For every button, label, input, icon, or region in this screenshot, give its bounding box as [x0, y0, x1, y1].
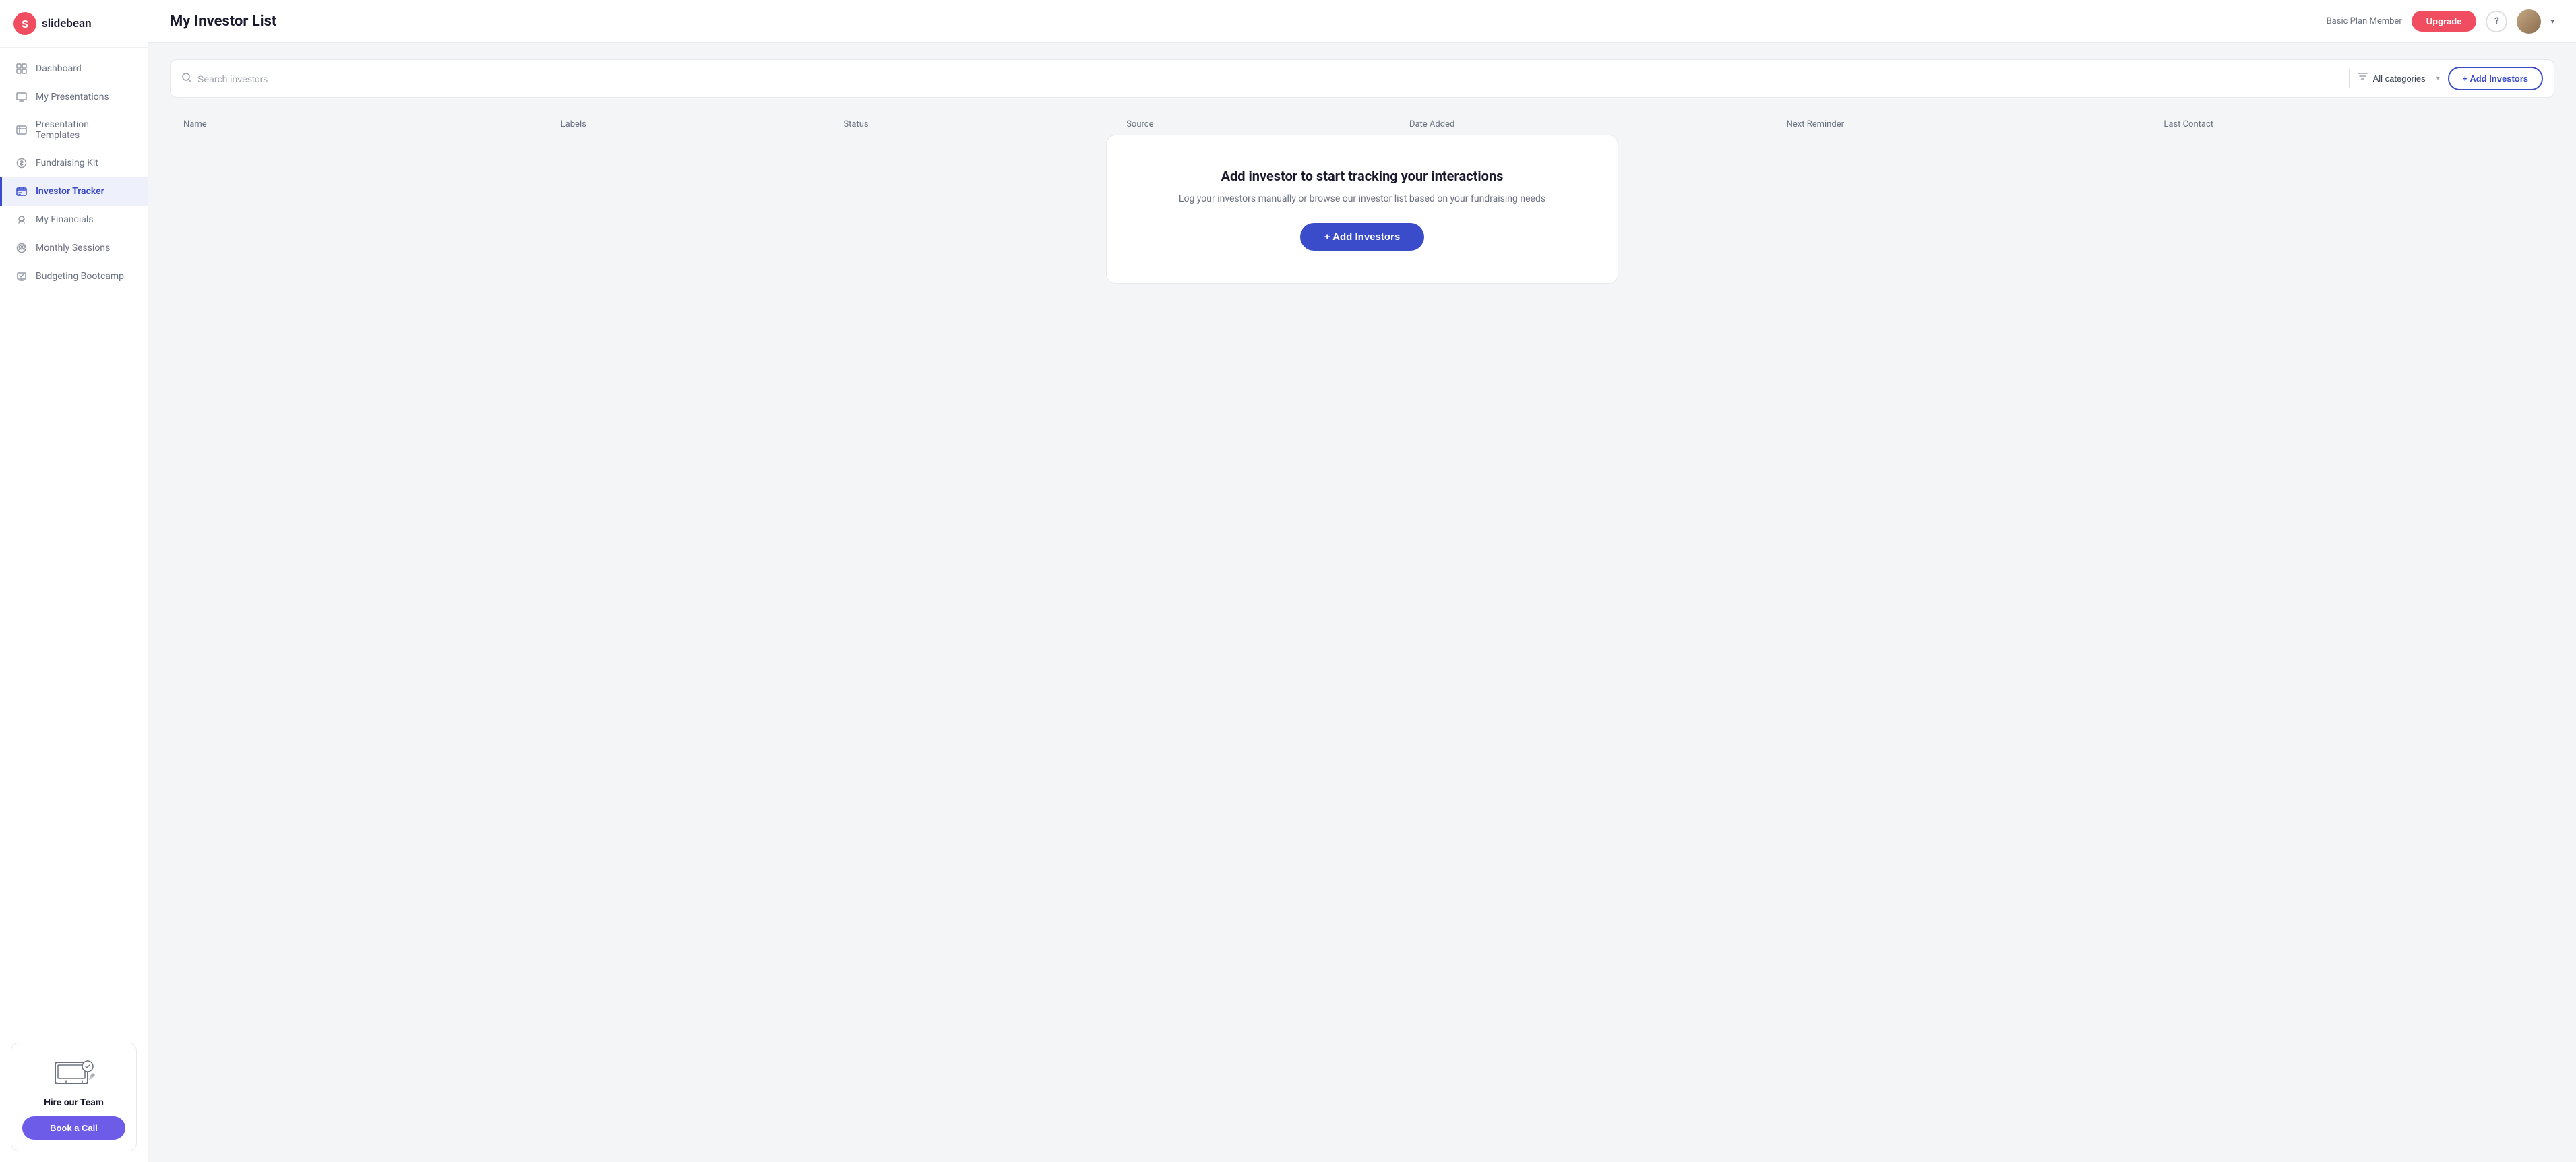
content-area: All categories ▾ + Add Investors Name La… — [148, 43, 2576, 1162]
col-next-reminder: Next Reminder — [1787, 119, 2164, 129]
sessions-icon — [16, 242, 28, 254]
sidebar-item-label: My Presentations — [36, 92, 109, 102]
sidebar-nav: Dashboard My Presentations Presentation — [0, 48, 148, 1032]
toolbar-divider — [2349, 69, 2350, 88]
sidebar-item-my-presentations[interactable]: My Presentations — [0, 83, 148, 111]
sidebar-item-label: Dashboard — [36, 63, 82, 74]
sidebar-item-label: My Financials — [36, 214, 94, 225]
hire-team-title: Hire our Team — [44, 1097, 104, 1108]
table-header: Name Labels Status Source Date Added Nex… — [170, 114, 2554, 135]
presentation-icon — [16, 91, 28, 103]
col-status: Status — [843, 119, 1126, 129]
sidebar-item-fundraising-kit[interactable]: Fundraising Kit — [0, 149, 148, 177]
category-select[interactable]: All categories — [2373, 73, 2440, 84]
sidebar-item-presentation-templates[interactable]: Presentation Templates — [0, 111, 148, 149]
sidebar-item-my-financials[interactable]: My Financials — [0, 206, 148, 234]
sidebar-item-label: Monthly Sessions — [36, 243, 110, 253]
book-call-button[interactable]: Book a Call — [22, 1116, 125, 1140]
search-wrap — [181, 72, 2341, 86]
template-icon — [16, 124, 28, 136]
tracker-icon — [16, 185, 28, 197]
search-icon — [181, 72, 192, 86]
category-select-wrap: All categories ▾ — [2373, 73, 2440, 84]
sidebar-item-dashboard[interactable]: Dashboard — [0, 55, 148, 83]
col-name: Name — [183, 119, 561, 129]
search-input[interactable] — [197, 73, 2341, 84]
bootcamp-icon — [16, 270, 28, 282]
search-toolbar: All categories ▾ + Add Investors — [170, 59, 2554, 98]
chevron-down-icon[interactable]: ▾ — [2550, 17, 2554, 26]
col-labels: Labels — [561, 119, 844, 129]
help-button[interactable]: ? — [2486, 11, 2507, 32]
col-date-added: Date Added — [1409, 119, 1787, 129]
empty-state-card: Add investor to start tracking your inte… — [1106, 135, 1618, 284]
app-header: My Investor List Basic Plan Member Upgra… — [148, 0, 2576, 43]
page-title: My Investor List — [170, 13, 276, 30]
add-investors-button-primary[interactable]: + Add Investors — [1300, 223, 1424, 251]
sidebar-item-budgeting-bootcamp[interactable]: Budgeting Bootcamp — [0, 262, 148, 290]
avatar-image — [2517, 9, 2541, 34]
hire-illustration — [53, 1057, 96, 1089]
dollar-icon — [16, 157, 28, 169]
add-investors-button-toolbar[interactable]: + Add Investors — [2448, 67, 2543, 90]
grid-icon — [16, 63, 28, 75]
sidebar-item-label: Investor Tracker — [36, 186, 104, 197]
hire-team-card: Hire our Team Book a Call — [11, 1043, 137, 1151]
col-source: Source — [1126, 119, 1409, 129]
filter-icon — [2358, 73, 2368, 84]
sidebar: S slidebean Dashboard — [0, 0, 148, 1162]
main-content: My Investor List Basic Plan Member Upgra… — [148, 0, 2576, 1162]
sidebar-item-label: Presentation Templates — [36, 119, 134, 141]
col-last-contact: Last Contact — [2164, 119, 2541, 129]
header-actions: Basic Plan Member Upgrade ? ▾ — [2327, 9, 2554, 34]
upgrade-button[interactable]: Upgrade — [2412, 11, 2477, 32]
logo: S slidebean — [0, 0, 148, 48]
sidebar-item-monthly-sessions[interactable]: Monthly Sessions — [0, 234, 148, 262]
plan-badge: Basic Plan Member — [2327, 16, 2402, 26]
logo-icon: S — [13, 12, 36, 35]
sidebar-item-investor-tracker[interactable]: Investor Tracker — [0, 177, 148, 206]
avatar[interactable] — [2517, 9, 2541, 34]
sidebar-item-label: Budgeting Bootcamp — [36, 271, 124, 282]
empty-subtitle: Log your investors manually or browse ou… — [1128, 193, 1596, 204]
empty-title: Add investor to start tracking your inte… — [1128, 168, 1596, 184]
logo-text: slidebean — [42, 17, 92, 30]
sidebar-item-label: Fundraising Kit — [36, 158, 98, 169]
financials-icon — [16, 214, 28, 226]
filter-wrap: All categories ▾ — [2358, 73, 2440, 84]
